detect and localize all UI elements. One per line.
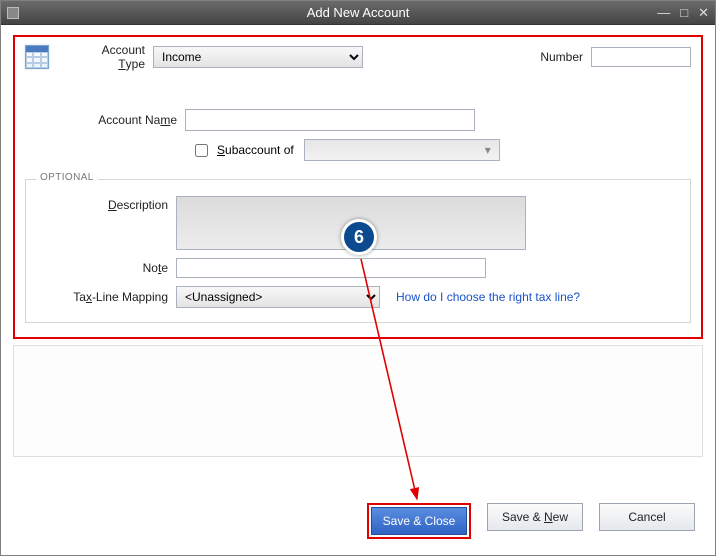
account-type-label: Account Type: [73, 43, 153, 71]
cancel-label: Cancel: [628, 510, 665, 524]
save-close-label: Save & Close: [383, 514, 456, 528]
account-type-select[interactable]: Income: [153, 46, 363, 68]
save-new-label: Save & New: [502, 510, 568, 524]
note-input[interactable]: [176, 258, 486, 278]
taxline-label: Tax-Line Mapping: [36, 290, 176, 304]
save-close-button[interactable]: Save & Close: [371, 507, 467, 535]
save-new-button[interactable]: Save & New: [487, 503, 583, 531]
window-icon: [7, 7, 19, 19]
window-title: Add New Account: [1, 5, 715, 20]
description-label: Description: [36, 196, 176, 212]
minimize-button[interactable]: —: [657, 5, 670, 21]
taxline-help-link[interactable]: How do I choose the right tax line?: [396, 290, 580, 304]
account-name-input[interactable]: [185, 109, 475, 131]
cancel-button[interactable]: Cancel: [599, 503, 695, 531]
number-input[interactable]: [591, 47, 691, 67]
titlebar: Add New Account — □ ✕: [1, 1, 715, 25]
number-label: Number: [540, 50, 591, 64]
close-button[interactable]: ✕: [698, 5, 709, 21]
account-table-icon: [25, 45, 49, 69]
annotation-highlight-save-close: Save & Close: [367, 503, 471, 539]
maximize-button[interactable]: □: [680, 5, 688, 21]
optional-group-label: OPTIONAL: [36, 172, 98, 183]
subaccount-checkbox[interactable]: [195, 144, 208, 157]
taxline-select[interactable]: <Unassigned>: [176, 286, 380, 308]
chevron-down-icon: ▾: [485, 143, 491, 157]
lower-panel: [13, 345, 703, 457]
subaccount-label: Subaccount of: [217, 143, 294, 157]
account-name-label: Account Name: [25, 113, 185, 127]
note-label: Note: [36, 261, 176, 275]
annotation-highlight-main: Account Type Income Number Account Name …: [13, 35, 703, 339]
annotation-step-badge: 6: [341, 219, 377, 255]
subaccount-select[interactable]: ▾: [304, 139, 500, 161]
